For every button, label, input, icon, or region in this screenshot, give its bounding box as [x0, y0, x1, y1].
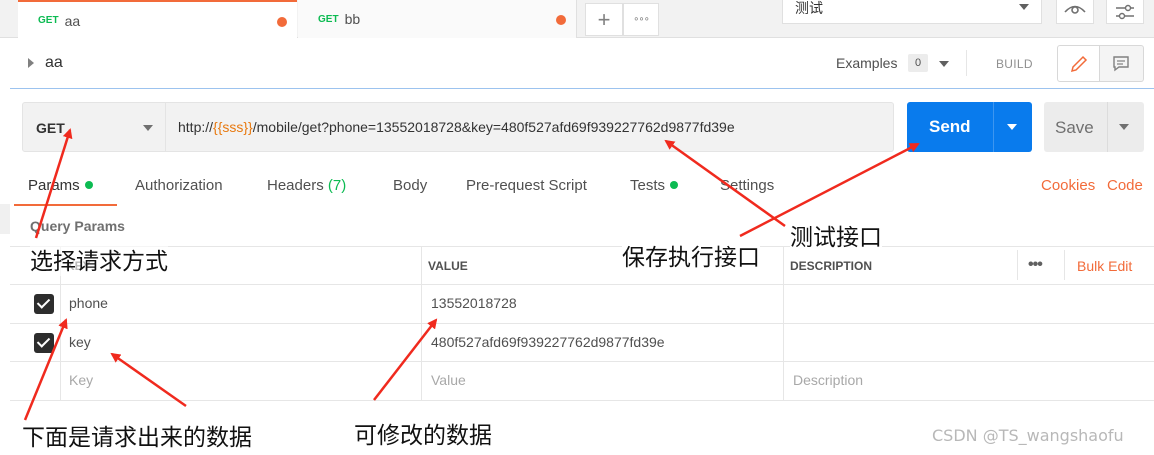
arrow-key-cell — [23, 318, 68, 421]
watermark: CSDN @TS_wangshaofu — [932, 426, 1124, 445]
arrow-method — [34, 128, 73, 239]
annotation-save: 保存执行接口 — [622, 238, 760, 272]
annotation-method: 选择请求方式 — [30, 242, 168, 276]
annotation-editable: 可修改的数据 — [354, 423, 492, 449]
arrow-key-row — [110, 352, 187, 408]
annotation-send: 测试接口 — [790, 218, 882, 252]
annotation-arrows — [23, 128, 920, 421]
arrow-value — [373, 318, 438, 401]
arrow-send — [664, 139, 786, 228]
annotation-data: 下面是请求出来的数据 — [22, 425, 252, 451]
